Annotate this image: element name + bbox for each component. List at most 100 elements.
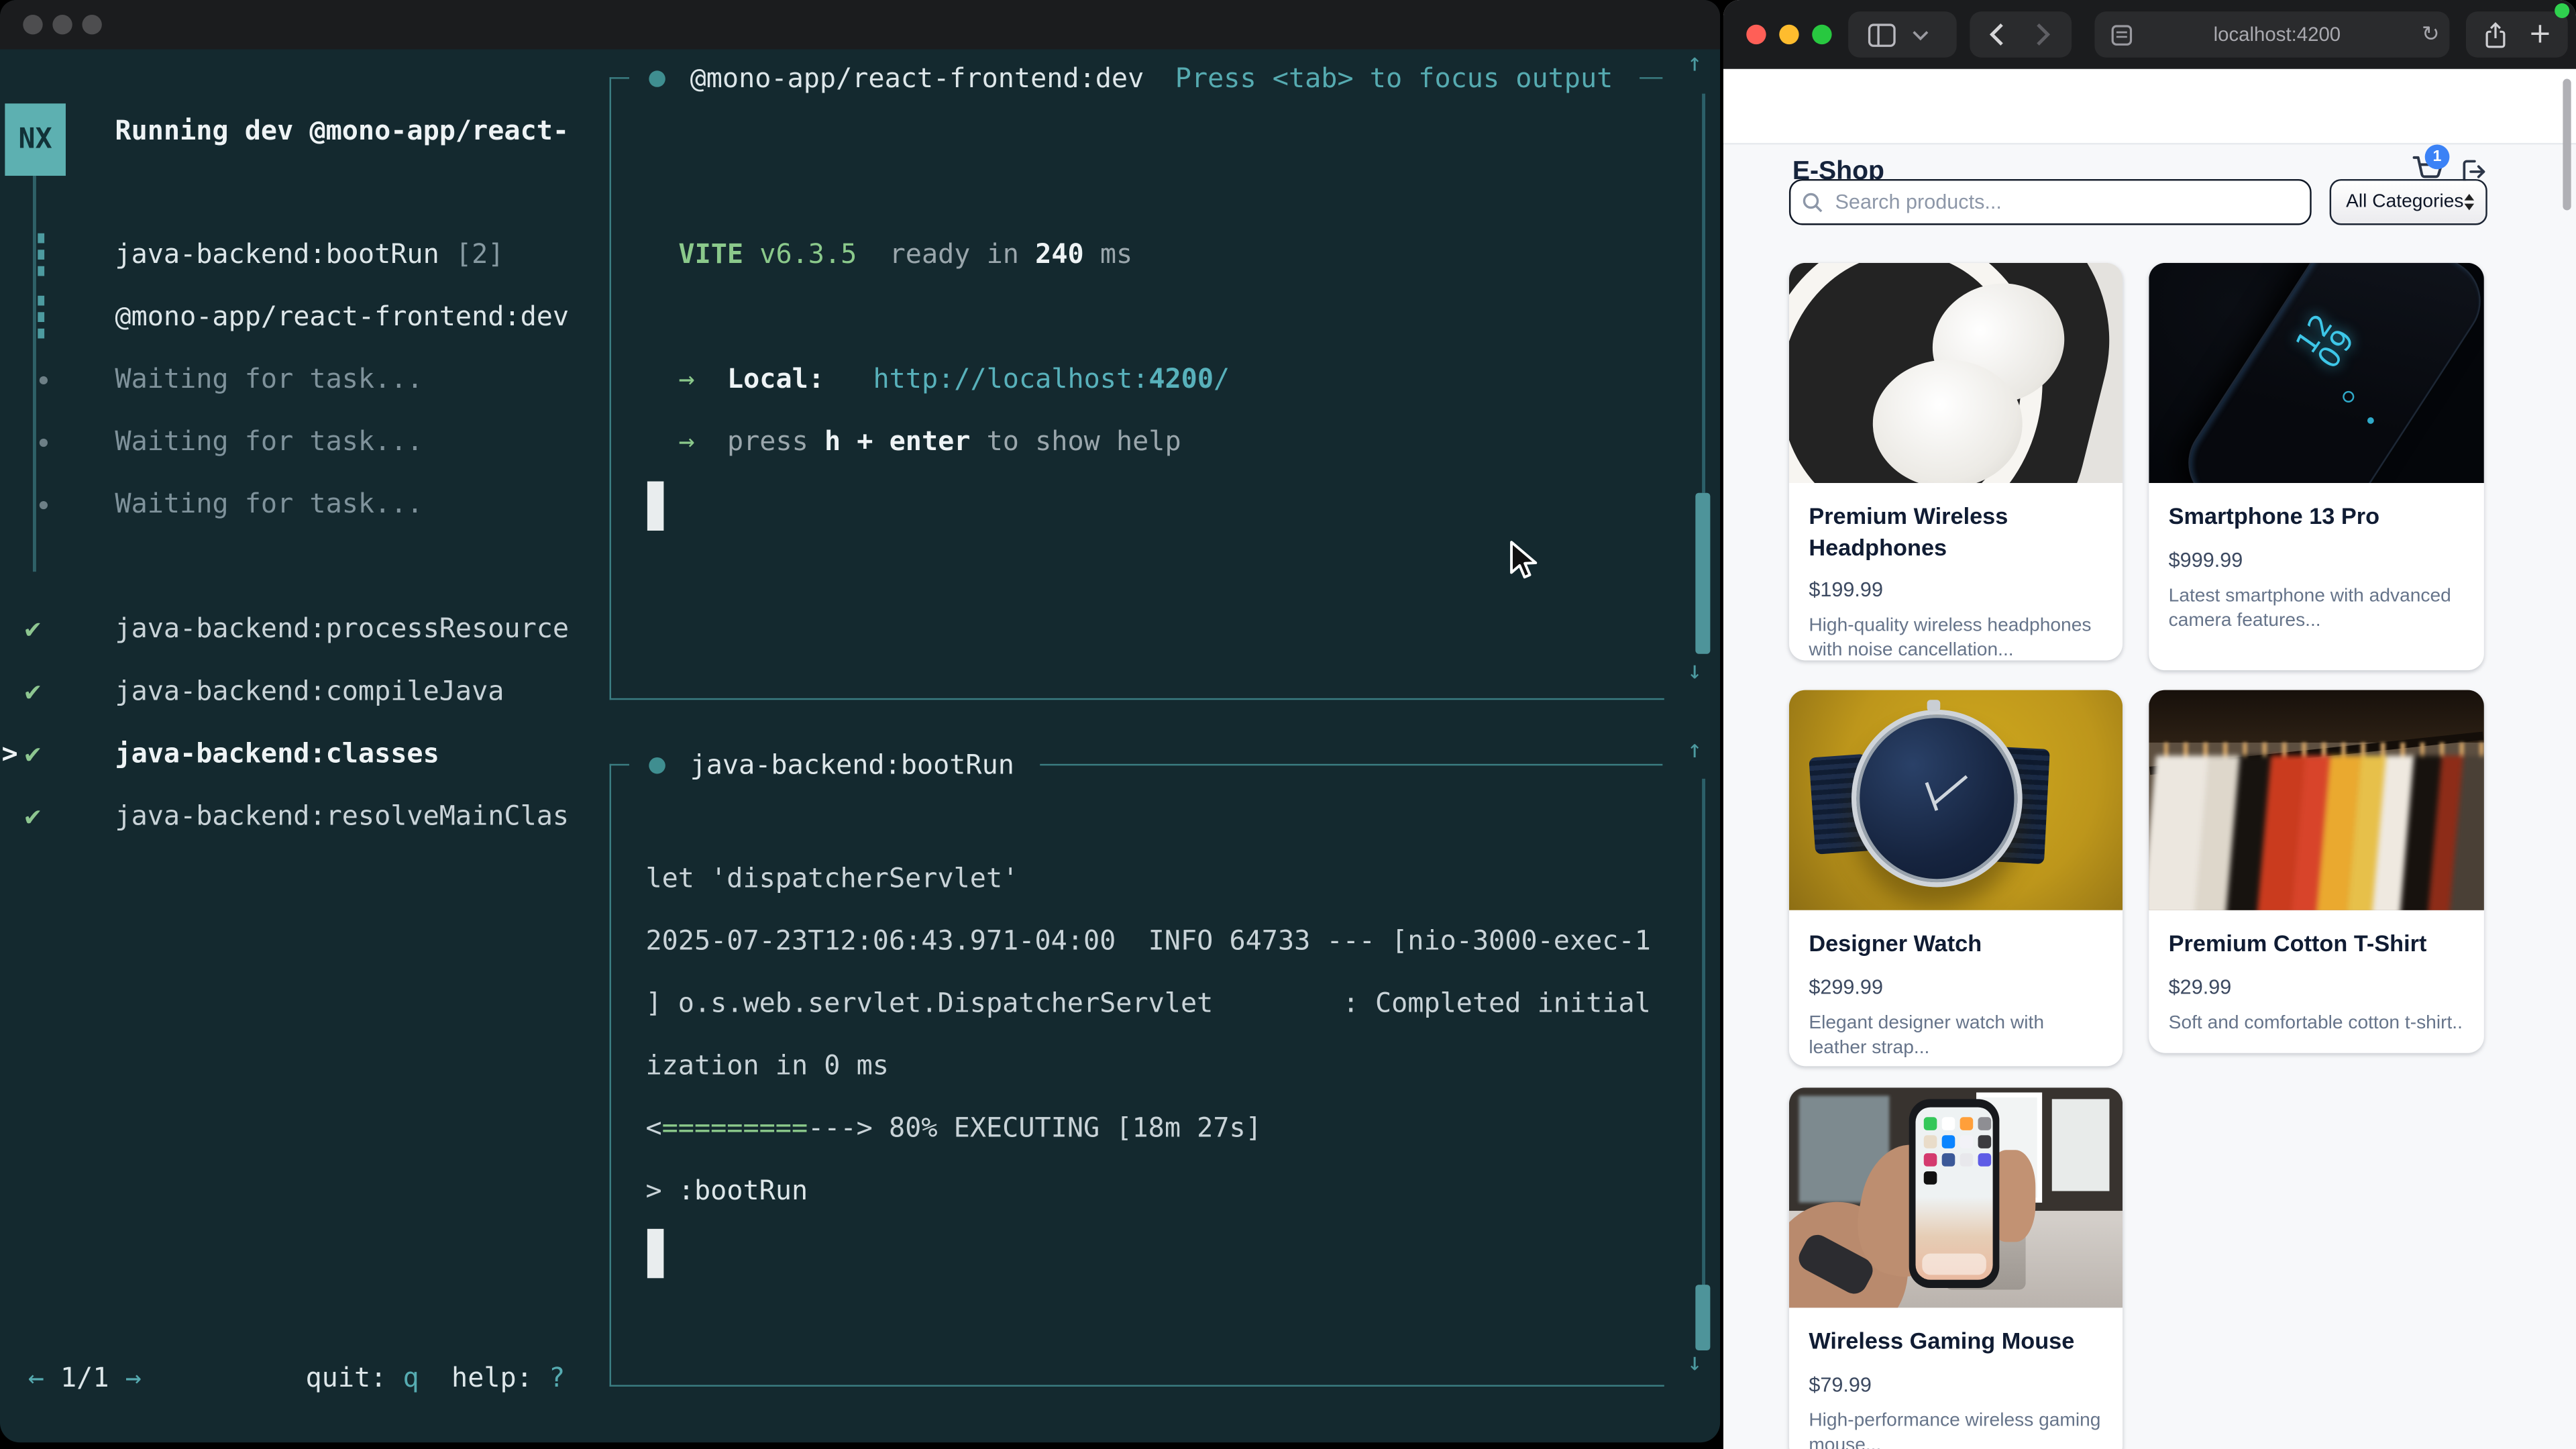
close-window-icon[interactable] xyxy=(23,15,42,34)
task-row[interactable]: java-backend:compileJava xyxy=(115,660,504,722)
zoom-window-icon[interactable] xyxy=(82,15,101,34)
pane-hint: Press <tab> to focus output xyxy=(1175,47,1613,109)
scrollbar-track[interactable] xyxy=(1702,94,1705,493)
product-price: $199.99 xyxy=(1809,578,2102,601)
product-name: Wireless Gaming Mouse xyxy=(1809,1326,2102,1356)
mouse-cursor xyxy=(1508,541,1544,580)
gradle-progress-line: <=========---> 80% EXECUTING [18m 27s] xyxy=(645,1097,1261,1160)
task-row: Waiting for task... xyxy=(115,411,423,473)
pane-rule xyxy=(1639,76,1662,79)
pane-bullet-icon xyxy=(649,70,665,86)
page-scrollbar-thumb[interactable] xyxy=(2563,79,2571,211)
category-select-value: All Categories xyxy=(2346,193,2463,212)
desktop: NX Running dev @mono-app/react- java-bac… xyxy=(0,0,2576,1449)
new-tab-icon[interactable]: + xyxy=(2528,21,2552,49)
check-icon: ✔ xyxy=(25,598,41,660)
terminal-titlebar[interactable] xyxy=(0,0,1720,49)
scroll-down-icon[interactable]: ↓ xyxy=(1687,1347,1702,1377)
product-price: $999.99 xyxy=(2169,548,2465,571)
cart-badge: 1 xyxy=(2425,145,2450,170)
forward-icon[interactable] xyxy=(2035,23,2050,46)
waiting-bullet-icon xyxy=(40,439,48,447)
task-row[interactable]: java-backend:bootRun [2] xyxy=(115,223,504,286)
product-card[interactable]: 1209 Smartphone 13 Pro $999.99 Latest sm… xyxy=(2149,263,2484,670)
scrollbar-thumb[interactable] xyxy=(1695,1285,1710,1350)
product-card[interactable]: Premium Wireless Headphones $199.99 High… xyxy=(1789,263,2123,661)
search-input[interactable] xyxy=(1789,179,2312,225)
keyboard-hints: quit: q help: ? xyxy=(306,1347,566,1409)
product-card[interactable]: Designer Watch $299.99 Elegant designer … xyxy=(1789,690,2123,1067)
log-line: ization in 0 ms xyxy=(645,1035,889,1097)
log-line: ] o.s.web.servlet.DispatcherServlet : Co… xyxy=(645,973,1650,1035)
task-row-selected[interactable]: java-backend:classes xyxy=(115,723,439,786)
minimize-window-icon[interactable] xyxy=(52,15,72,34)
pager-prev-icon[interactable]: ← xyxy=(28,1362,44,1393)
recording-indicator xyxy=(2555,3,2569,18)
zoom-window-icon[interactable] xyxy=(1812,25,1831,44)
url-text[interactable]: localhost:4200 xyxy=(2133,23,2422,46)
product-description: High-quality wireless headphones with no… xyxy=(1809,614,2102,661)
product-image-watch xyxy=(1789,690,2123,910)
progress-bar-fill: ========= xyxy=(662,1112,808,1144)
product-card[interactable]: Wireless Gaming Mouse $79.99 High-perfor… xyxy=(1789,1087,2123,1449)
task-row[interactable]: java-backend:resolveMainClas xyxy=(115,786,569,848)
terminal-cursor xyxy=(647,482,663,531)
reader-icon[interactable] xyxy=(2111,24,2133,46)
scroll-down-icon[interactable]: ↓ xyxy=(1687,655,1702,685)
product-description: High-performance wireless gaming mouse..… xyxy=(1809,1409,2102,1449)
local-url-link[interactable]: 4200 xyxy=(1148,363,1214,394)
product-image-tshirts xyxy=(2149,690,2484,910)
browser-titlebar[interactable]: localhost:4200 ↻ + xyxy=(1723,0,2576,69)
product-name: Designer Watch xyxy=(1809,928,2102,959)
product-price: $79.99 xyxy=(1809,1373,2102,1395)
pane-bullet-icon xyxy=(649,757,665,773)
product-image-hand-phone xyxy=(1789,1087,2123,1307)
product-image-headphones xyxy=(1789,263,2123,483)
help-hint-line: → press h + enter to show help xyxy=(678,411,1181,473)
product-price: $29.99 xyxy=(2169,975,2465,998)
check-icon: ✔ xyxy=(25,660,41,722)
category-select[interactable]: All Categories xyxy=(2330,179,2487,225)
selected-pointer-icon: > xyxy=(1,723,17,786)
product-description: Latest smartphone with advanced camera f… xyxy=(2169,584,2465,633)
product-image-smartphone: 1209 xyxy=(2149,263,2484,483)
pane-frontend-header: @mono-app/react-frontend:dev Press <tab>… xyxy=(610,62,1663,94)
vite-ready-line: VITE v6.3.5 ready in 240 ms xyxy=(678,223,1132,286)
close-window-icon[interactable] xyxy=(1746,25,1766,44)
scrollbar-thumb[interactable] xyxy=(1695,493,1710,654)
task-row[interactable]: @mono-app/react-frontend:dev xyxy=(115,286,569,348)
scroll-up-icon[interactable]: ↑ xyxy=(1687,48,1702,77)
sidebar-icon xyxy=(1868,22,1896,47)
product-name: Smartphone 13 Pro xyxy=(2169,501,2465,531)
actions-button-group: + xyxy=(2466,11,2568,58)
local-url-line: → Local: http://localhost:4200/ xyxy=(678,348,1230,411)
back-icon[interactable] xyxy=(1990,23,2004,46)
log-line: 2025-07-23T12:06:43.971-04:00 INFO 64733… xyxy=(645,910,1650,973)
pane-title: java-backend:bootRun xyxy=(690,733,1014,796)
arrow-icon: → xyxy=(678,363,694,394)
product-description: Elegant designer watch with leather stra… xyxy=(1809,1011,2102,1060)
queued-marker-icon xyxy=(38,296,44,339)
task-row[interactable]: java-backend:processResource xyxy=(115,598,569,660)
minimize-window-icon[interactable] xyxy=(1779,25,1799,44)
pane-corner-tick xyxy=(610,763,629,766)
queued-marker-icon xyxy=(38,233,44,276)
pager-next-icon[interactable]: → xyxy=(125,1362,142,1393)
sidebar-button[interactable] xyxy=(1848,11,1957,58)
address-bar[interactable]: localhost:4200 ↻ xyxy=(2094,11,2449,58)
waiting-bullet-icon xyxy=(40,376,48,384)
shop-header: E-Shop 1 xyxy=(1723,69,2576,145)
scrollbar-track[interactable] xyxy=(1702,779,1705,1344)
share-icon[interactable] xyxy=(2484,21,2507,49)
check-icon: ✔ xyxy=(25,723,41,786)
pane-rule xyxy=(1040,763,1662,766)
refresh-icon[interactable]: ↻ xyxy=(2422,22,2440,47)
terminal-cursor xyxy=(647,1229,663,1278)
pager[interactable]: ← 1/1 → xyxy=(28,1347,142,1409)
scroll-up-icon[interactable]: ↑ xyxy=(1687,735,1702,764)
product-card[interactable]: Premium Cotton T-Shirt $29.99 Soft and c… xyxy=(2149,690,2484,1053)
nav-button-group xyxy=(1970,11,2072,58)
product-name: Premium Cotton T-Shirt xyxy=(2169,928,2465,959)
pane-corner-tick xyxy=(610,76,629,79)
log-line: let 'dispatcherServlet' xyxy=(645,848,1018,910)
